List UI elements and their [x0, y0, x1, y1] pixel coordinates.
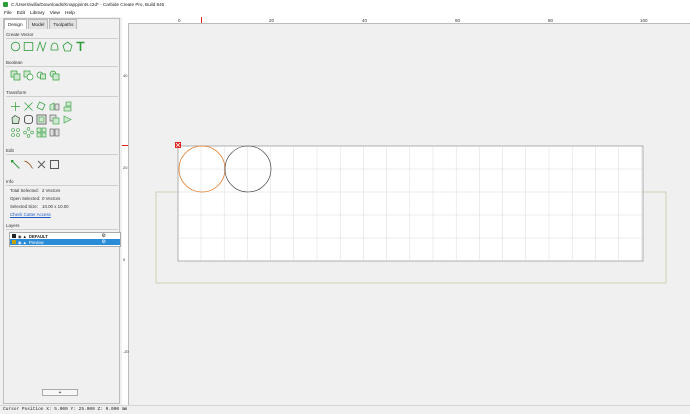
move-icon[interactable] [10, 101, 21, 112]
workpiece[interactable] [177, 145, 644, 262]
info-title: Info [6, 179, 14, 184]
eye-icon[interactable]: ◉ [18, 240, 22, 245]
title-bar: C:/Users/willa/Downloads/Knappjoints.c2d… [0, 0, 690, 9]
ruler-label-100: 100 [640, 18, 648, 23]
rotate-icon[interactable] [36, 101, 47, 112]
check-cutter-access-link[interactable]: Check Cutter Access [10, 212, 51, 217]
layers-title: Layers [6, 223, 20, 228]
layer-settings-icon[interactable]: ⚙ [102, 239, 106, 245]
menu-view[interactable]: View [50, 11, 60, 16]
offset-icon[interactable] [10, 114, 21, 125]
design-canvas[interactable]: 0 20 40 60 80 100 40 20 0 -20 [122, 17, 690, 405]
inset-icon[interactable] [36, 114, 47, 125]
lock-icon[interactable]: ▲ [23, 234, 27, 239]
subtract-icon[interactable] [23, 70, 34, 81]
mirror-icon[interactable] [49, 101, 60, 112]
scale-icon[interactable] [23, 101, 34, 112]
boolean-tools [10, 70, 60, 81]
lock-icon[interactable]: ▲ [23, 240, 27, 245]
window-title: C:/Users/willa/Downloads/Knappjoints.c2d… [11, 2, 165, 7]
divider [6, 38, 118, 39]
fillet-icon[interactable] [23, 114, 34, 125]
transform-title: Transform [6, 90, 27, 95]
open-selected: Open Selected: 0 Vectors [10, 196, 60, 201]
open-selected-value: 0 Vectors [42, 196, 61, 201]
node-edit-icon[interactable] [10, 159, 21, 170]
divider [6, 154, 118, 155]
ellipse-tool-icon[interactable] [49, 41, 60, 52]
divider [6, 229, 118, 230]
tab-toolpaths[interactable]: Toolpaths [49, 19, 78, 29]
cursor-marker-x [201, 17, 202, 23]
status-bar: Cursor Position X: 5.000 Y: 25.000 Z: 0.… [0, 405, 690, 414]
menu-bar: File Edit Library View Help [0, 9, 690, 17]
cursor-position: Cursor Position X: 5.000 Y: 25.000 Z: 0.… [3, 407, 128, 412]
nest-icon[interactable] [36, 127, 47, 138]
menu-edit[interactable]: Edit [17, 11, 25, 16]
menu-help[interactable]: Help [65, 11, 75, 16]
total-selected-value: 2 Vectors [42, 188, 61, 193]
selection-origin-icon[interactable] [175, 142, 181, 148]
align-icon[interactable] [62, 101, 73, 112]
layers-list: ◉ ▲ DEFAULT ⚙ ◉ ▲ Preview ⚙ [9, 232, 121, 247]
layer-color-swatch [12, 240, 16, 244]
ruler-label-left-20: 20 [123, 165, 128, 170]
ruler-label-0: 0 [178, 18, 181, 23]
selected-size-value: 10.00 x 10.00 [42, 204, 69, 209]
rectangle-tool-icon[interactable] [23, 41, 34, 52]
circular-array-icon[interactable] [23, 127, 34, 138]
tab-design[interactable]: Design [4, 19, 27, 29]
app-icon [3, 2, 8, 7]
ruler-label-left-neg20: -20 [123, 349, 130, 354]
cut-icon[interactable] [36, 159, 47, 170]
ruler-label-left-40: 40 [123, 73, 128, 78]
tab-model[interactable]: Model [27, 19, 49, 29]
intersect-icon[interactable] [36, 70, 47, 81]
layer-row-preview[interactable]: ◉ ▲ Preview ⚙ [10, 239, 120, 245]
transform-tools-row-3 [10, 127, 60, 138]
total-selected: Total Selected: 2 Vectors [10, 188, 60, 193]
add-layer-button[interactable]: + [42, 389, 78, 396]
left-panel: Design Model Toolpaths Create Vector Boo… [3, 18, 121, 404]
edit-title: Edit [6, 148, 14, 153]
ruler-label-20: 20 [269, 18, 275, 23]
layer-name: Preview [28, 239, 44, 245]
ruler-label-40: 40 [362, 18, 368, 23]
join-icon[interactable] [49, 114, 60, 125]
layer-name: DEFAULT [28, 233, 48, 239]
selected-size-label: Selected Size: [10, 204, 39, 209]
select-box-icon[interactable] [49, 159, 60, 170]
total-selected-label: Total Selected: [10, 188, 39, 193]
circle-tool-icon[interactable] [10, 41, 21, 52]
ruler-label-left-0: 0 [123, 257, 126, 262]
open-selected-label: Open Selected: [10, 196, 41, 201]
divider [6, 66, 118, 67]
cursor-marker-y [122, 145, 128, 146]
union-icon[interactable] [10, 70, 21, 81]
selected-size: Selected Size: 10.00 x 10.00 [10, 204, 69, 209]
trim-icon[interactable] [62, 114, 73, 125]
text-tool-icon[interactable] [75, 41, 86, 52]
curve-edit-icon[interactable] [23, 159, 34, 170]
ruler-label-80: 80 [548, 18, 554, 23]
transform-tools-row-1 [10, 101, 73, 112]
create-vector-title: Create Vector [6, 32, 34, 37]
layout-icon[interactable] [49, 127, 60, 138]
polygon-tool-icon[interactable] [62, 41, 73, 52]
menu-library[interactable]: Library [30, 11, 45, 16]
ruler-label-60: 60 [455, 18, 461, 23]
boolean-title: Boolean [6, 60, 23, 65]
transform-tools-row-2 [10, 114, 73, 125]
weld-icon[interactable] [49, 70, 60, 81]
edit-tools [10, 159, 60, 170]
create-vector-tools [10, 41, 86, 52]
divider [6, 185, 118, 186]
curve-tool-icon[interactable] [36, 41, 47, 52]
layer-color-swatch [12, 234, 16, 238]
divider [6, 96, 118, 97]
menu-file[interactable]: File [4, 11, 12, 16]
tab-bar: Design Model Toolpaths [4, 19, 121, 29]
array-icon[interactable] [10, 127, 21, 138]
eye-icon[interactable]: ◉ [18, 234, 22, 239]
